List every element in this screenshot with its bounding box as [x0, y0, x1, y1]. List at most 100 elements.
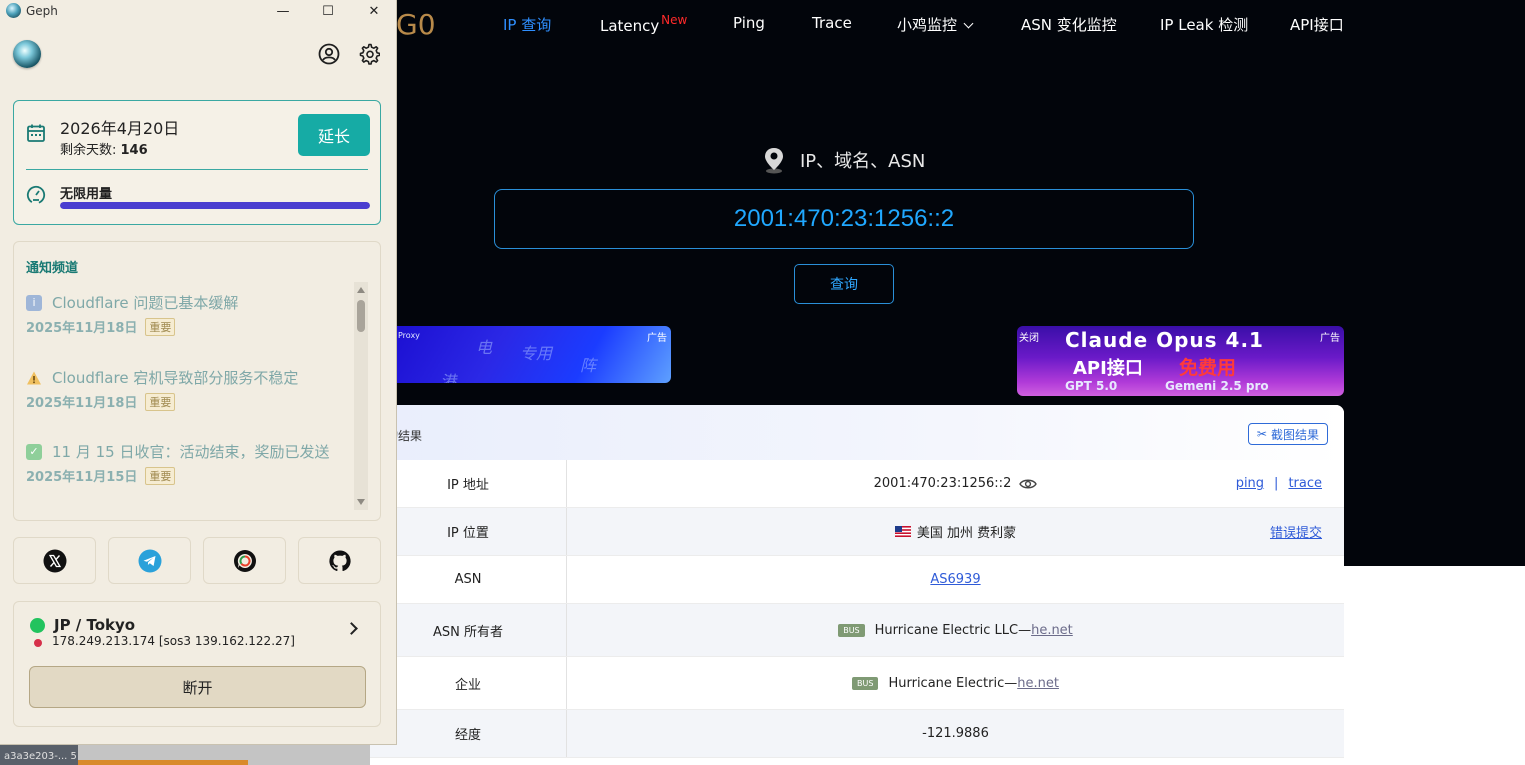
nav-vps-monitor[interactable]: 小鸡监控 — [897, 14, 974, 35]
important-tag: 重要 — [145, 392, 176, 411]
window-title: Geph — [26, 4, 58, 18]
ad-right-line2b: 免费用 — [1179, 357, 1237, 379]
server-location: JP / Tokyo — [54, 616, 136, 634]
scissors-icon: ✂ — [1256, 427, 1267, 441]
x-button[interactable] — [13, 537, 96, 584]
scrollbar-thumb[interactable] — [357, 300, 365, 332]
eye-icon[interactable] — [1019, 478, 1038, 490]
close-button[interactable]: ✕ — [351, 0, 397, 22]
geph-window: Geph — ☐ ✕ 2026年4月20日 剩余天数: 146 延长 无限用量 — [0, 0, 397, 745]
report-error-link[interactable]: 错误提交 — [1270, 522, 1322, 541]
nav-trace[interactable]: Trace — [812, 14, 852, 32]
usage-label: 无限用量 — [60, 187, 113, 202]
disconnect-button[interactable]: 断开 — [29, 666, 366, 708]
row-value: AS6939 — [567, 556, 1344, 603]
row-value: BUS Hurricane Electric— he.net — [567, 657, 1344, 709]
table-row: 企业 BUS Hurricane Electric— he.net — [370, 657, 1344, 710]
nav-asn-monitor[interactable]: ASN 变化监控 — [1021, 14, 1117, 35]
ad-right-line1: Claude Opus 4.1 — [1065, 328, 1264, 352]
search-input[interactable]: 2001:470:23:1256::2 — [494, 189, 1194, 249]
important-tag: 重要 — [145, 317, 176, 336]
table-row: IP 位置 美国 加州 费利蒙 错误提交 — [370, 508, 1344, 556]
scroll-down-arrow-icon[interactable] — [357, 499, 365, 505]
expiry-date: 2026年4月20日 — [60, 119, 180, 138]
nav-latency[interactable]: Latency New — [600, 13, 687, 35]
row-key: 经度 — [370, 710, 567, 757]
row-key: ASN — [370, 556, 567, 603]
info-icon: i — [26, 294, 42, 311]
chevron-right-icon[interactable] — [345, 622, 358, 635]
telegram-button[interactable] — [108, 537, 191, 584]
table-row: ASN 所有者 BUS Hurricane Electric LLC— he.n… — [370, 604, 1344, 657]
extend-button[interactable]: 延长 — [298, 114, 370, 156]
chat-button[interactable] — [203, 537, 286, 584]
notification-title-text: Cloudflare 问题已基本缓解 — [52, 294, 239, 312]
row-actions: ping | trace — [1236, 460, 1322, 507]
notification-date: 2025年11月18日 — [26, 396, 138, 411]
row-value: 2001:470:23:1256::2 — [567, 460, 1344, 507]
ip-address-value: 2001:470:23:1256::2 — [873, 476, 1012, 491]
ad-banner-left[interactable]: Proxy 电 专用 阵 港 广告 — [380, 326, 671, 383]
notification-item[interactable]: ✓ 11 月 15 日收官：活动结束，奖励已发送 2025年11月15日 重要 — [26, 441, 356, 485]
nav-api[interactable]: API接口 — [1290, 14, 1344, 35]
ad-tag: 广告 — [647, 333, 667, 344]
screenshot-button-label: 截图结果 — [1270, 427, 1319, 442]
notification-panel: 通知频道 i Cloudflare 问题已基本缓解 2025年11月18日 重要… — [13, 241, 381, 521]
trace-link[interactable]: trace — [1288, 476, 1322, 491]
notification-meta: 2025年11月18日 重要 — [26, 317, 356, 336]
new-badge: New — [661, 13, 688, 27]
asn-owner-domain-link[interactable]: he.net — [1031, 623, 1073, 638]
notification-title-text: Cloudflare 宕机导致部分服务不稳定 — [52, 369, 299, 387]
notification-item[interactable]: i Cloudflare 问题已基本缓解 2025年11月18日 重要 — [26, 292, 356, 336]
scroll-up-arrow-icon[interactable] — [357, 287, 365, 293]
ad-close-button[interactable]: 关闭 — [1019, 329, 1039, 344]
table-row: IP 地址 2001:470:23:1256::2 ping | trace — [370, 460, 1344, 508]
notification-title: Cloudflare 宕机导致部分服务不稳定 — [26, 367, 356, 388]
japan-flag-icon — [34, 639, 42, 647]
asn-owner-value: Hurricane Electric LLC— — [874, 622, 1032, 638]
taskbar-highlight — [78, 760, 248, 765]
notification-header: 通知频道 — [26, 261, 79, 276]
warning-icon — [26, 370, 42, 386]
row-actions: 错误提交 — [1270, 508, 1322, 555]
gear-icon[interactable] — [358, 43, 380, 65]
nav-ip-lookup[interactable]: IP 查询 — [503, 14, 551, 35]
maximize-button[interactable]: ☐ — [305, 0, 351, 22]
business-badge: BUS — [838, 623, 865, 637]
asn-link[interactable]: AS6939 — [930, 572, 980, 587]
github-button[interactable] — [298, 537, 381, 584]
ad-left-word: 阵 — [580, 356, 597, 375]
notification-title: ✓ 11 月 15 日收官：活动结束，奖励已发送 — [26, 441, 356, 462]
site-logo[interactable]: G0 — [396, 8, 436, 41]
query-button[interactable]: 查询 — [794, 264, 894, 304]
link-separator: | — [1274, 476, 1279, 491]
ad-banner-right[interactable]: 关闭 Claude Opus 4.1 API接口 免费用 GPT 5.0 Gem… — [1017, 326, 1344, 396]
notification-item[interactable]: Cloudflare 宕机导致部分服务不稳定 2025年11月18日 重要 — [26, 367, 356, 411]
nav-ip-leak[interactable]: IP Leak 检测 — [1160, 14, 1248, 35]
notification-meta: 2025年11月15日 重要 — [26, 466, 356, 485]
remaining-days-value: 146 — [120, 143, 148, 158]
geph-app-icon — [6, 3, 21, 18]
window-titlebar[interactable]: Geph — ☐ ✕ — [0, 0, 396, 22]
taskbar-item[interactable]: a3a3e203-... 5 — [0, 745, 78, 765]
account-icon[interactable] — [318, 43, 340, 65]
connected-status-dot — [30, 618, 45, 633]
company-domain-link[interactable]: he.net — [1017, 676, 1059, 691]
company-value: Hurricane Electric— — [888, 675, 1018, 691]
minimize-button[interactable]: — — [260, 0, 306, 22]
chevron-down-icon — [963, 18, 974, 29]
row-value: 美国 加州 费利蒙 — [567, 508, 1344, 555]
ping-link[interactable]: ping — [1236, 476, 1264, 491]
nav-ping[interactable]: Ping — [733, 14, 765, 32]
connection-card[interactable]: JP / Tokyo 178.249.213.174 [sos3 139.162… — [13, 601, 381, 727]
screenshot-button[interactable]: ✂ 截图结果 — [1247, 423, 1328, 445]
chat-icon — [233, 549, 256, 572]
us-flag-icon — [894, 526, 911, 537]
important-tag: 重要 — [145, 466, 176, 485]
results-table: 询结果 ✂ 截图结果 IP 地址 2001:470:23:1256::2 pin… — [370, 405, 1344, 765]
ad-left-brand: Proxy — [398, 331, 420, 340]
results-header: 询结果 ✂ 截图结果 — [370, 405, 1344, 460]
notification-scrollbar[interactable] — [354, 282, 368, 510]
row-key: 企业 — [370, 657, 567, 709]
notification-date: 2025年11月18日 — [26, 321, 138, 336]
